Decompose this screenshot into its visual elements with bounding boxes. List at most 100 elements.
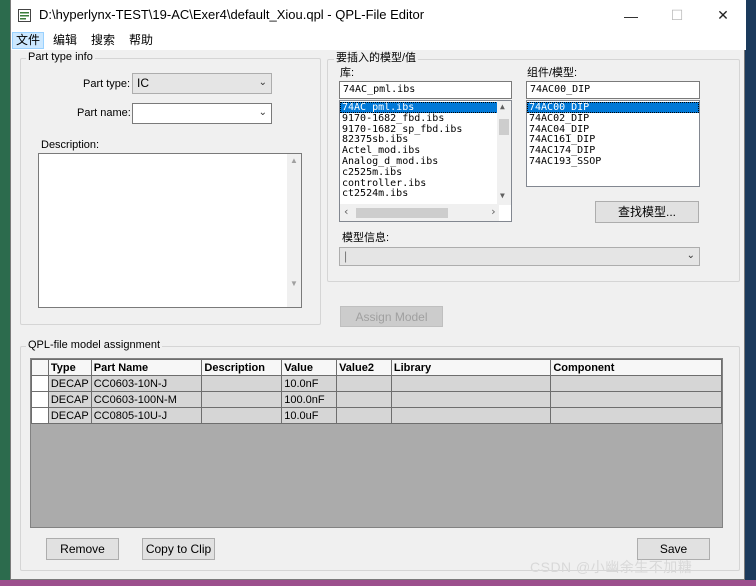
column-header[interactable]: Value2 — [336, 359, 392, 376]
scroll-down-icon: ▼ — [290, 279, 298, 288]
library-list[interactable]: 74AC_pml.ibs 9170-1682_fbd.ibs 9170-1682… — [339, 100, 512, 222]
copy-to-clip-button[interactable]: Copy to Clip — [142, 538, 215, 560]
description-scrollbar[interactable]: ▲ ▼ — [287, 154, 301, 307]
minimize-button[interactable]: — — [608, 0, 654, 31]
table-row[interactable]: DECAP CC0603-10N-J 10.0nF — [31, 375, 722, 392]
model-info-value: | — [344, 249, 348, 263]
chevron-down-icon: ⌄ — [686, 250, 695, 261]
library-hscroll-thumb[interactable] — [356, 208, 448, 218]
table-cell[interactable] — [201, 391, 283, 408]
table-cell[interactable]: DECAP — [47, 375, 92, 392]
remove-button[interactable]: Remove — [46, 538, 119, 560]
part-name-combo[interactable]: ⌄ — [132, 103, 272, 124]
table-cell[interactable] — [550, 375, 722, 392]
part-type-info-legend: Part type info — [26, 51, 95, 64]
column-header[interactable]: Description — [201, 359, 283, 376]
table-cell[interactable] — [390, 375, 552, 392]
find-model-button[interactable]: 查找模型... — [595, 201, 699, 223]
component-input[interactable]: 74AC00_DIP — [526, 81, 700, 99]
column-header[interactable]: Part Name — [90, 359, 203, 376]
component-item[interactable]: 74AC174_DIP — [527, 145, 699, 156]
menu-edit[interactable]: 编辑 — [50, 32, 80, 49]
desktop-background-right — [745, 0, 756, 586]
qpl-editor-window: D:\hyperlynx-TEST\19-AC\Exer4\default_Xi… — [10, 0, 746, 580]
desktop-background-left — [0, 0, 10, 586]
table-cell[interactable]: 10.0uF — [281, 407, 338, 424]
row-header[interactable] — [31, 375, 49, 392]
component-item[interactable]: 74AC02_DIP — [527, 113, 699, 124]
maximize-icon: ☐ — [670, 7, 684, 23]
scroll-down-icon: ▼ — [500, 191, 505, 200]
table-cell[interactable]: CC0805-10U-J — [90, 407, 203, 424]
desktop-background-bottom — [0, 580, 756, 586]
table-row[interactable]: DECAP CC0603-100N-M 100.0nF — [31, 391, 722, 408]
table-cell[interactable] — [390, 407, 552, 424]
library-item[interactable]: 9170-1682_sp_fbd.ibs — [340, 124, 498, 135]
table-row[interactable]: DECAP CC0805-10U-J 10.0uF — [31, 407, 722, 424]
library-label: 库: — [340, 67, 355, 79]
scroll-up-icon: ▲ — [290, 156, 298, 165]
library-item[interactable]: 74AC_pml.ibs — [340, 102, 498, 113]
window-title: D:\hyperlynx-TEST\19-AC\Exer4\default_Xi… — [39, 7, 425, 22]
menu-search[interactable]: 搜索 — [88, 32, 118, 49]
maximize-button[interactable]: ☐ — [654, 0, 700, 31]
table-cell[interactable]: CC0603-10N-J — [90, 375, 203, 392]
table-cell[interactable] — [336, 375, 392, 392]
column-header[interactable]: Type — [47, 359, 92, 376]
library-vscrollbar[interactable]: ▲ ▼ — [497, 101, 511, 205]
table-cell[interactable]: 10.0nF — [281, 375, 338, 392]
column-header[interactable]: Value — [281, 359, 338, 376]
library-item[interactable]: Analog_d_mod.ibs — [340, 156, 498, 167]
component-item[interactable]: 74AC00_DIP — [527, 102, 699, 113]
component-input-value: 74AC00_DIP — [530, 84, 591, 95]
table-cell[interactable]: DECAP — [47, 391, 92, 408]
library-input[interactable]: 74AC_pml.ibs — [339, 81, 512, 99]
library-item[interactable]: 9170-1682_fbd.ibs — [340, 113, 498, 124]
table-cell[interactable] — [390, 391, 552, 408]
title-bar[interactable]: D:\hyperlynx-TEST\19-AC\Exer4\default_Xi… — [11, 0, 746, 31]
menu-bar: 文件 编辑 搜索 帮助 — [11, 31, 746, 50]
menu-help[interactable]: 帮助 — [126, 32, 156, 49]
assign-model-button[interactable]: Assign Model — [340, 306, 443, 327]
column-header[interactable]: Component — [550, 359, 722, 376]
table-cell[interactable] — [201, 375, 283, 392]
component-label: 组件/模型: — [527, 67, 578, 79]
row-header-corner — [31, 359, 49, 376]
description-textbox[interactable]: ▲ ▼ — [38, 153, 302, 308]
assignment-grid[interactable]: Type Part Name Description Value Value2 … — [30, 358, 723, 528]
menu-file[interactable]: 文件 — [12, 32, 45, 49]
component-item[interactable]: 74AC04_DIP — [527, 124, 699, 135]
table-cell[interactable] — [336, 391, 392, 408]
table-cell[interactable]: CC0603-100N-M — [90, 391, 203, 408]
table-cell[interactable] — [201, 407, 283, 424]
library-hscrollbar[interactable]: ‹ › — [340, 204, 499, 221]
close-button[interactable]: ✕ — [700, 0, 746, 31]
chevron-down-icon: ⌄ — [258, 77, 267, 88]
library-input-value: 74AC_pml.ibs — [343, 84, 416, 95]
app-icon — [18, 9, 31, 22]
component-item[interactable]: 74AC193_SSOP — [527, 156, 699, 167]
library-vscroll-thumb[interactable] — [499, 119, 509, 135]
table-header-row: Type Part Name Description Value Value2 … — [31, 359, 722, 376]
table-cell[interactable]: DECAP — [47, 407, 92, 424]
chevron-down-icon: ⌄ — [258, 107, 267, 118]
table-cell[interactable] — [336, 407, 392, 424]
library-item[interactable]: controller.ibs — [340, 178, 498, 189]
library-item[interactable]: ct2524m.ibs — [340, 188, 498, 199]
component-item[interactable]: 74AC161_DIP — [527, 134, 699, 145]
part-type-value: IC — [137, 76, 149, 90]
part-name-label: Part name: — [77, 107, 131, 119]
column-header[interactable]: Library — [390, 359, 552, 376]
part-type-combo[interactable]: IC ⌄ — [132, 73, 272, 94]
model-info-combo[interactable]: | ⌄ — [339, 247, 700, 266]
model-insert-legend: 要插入的模型/值 — [334, 52, 419, 65]
table-cell[interactable]: 100.0nF — [281, 391, 338, 408]
library-item[interactable]: Actel_mod.ibs — [340, 145, 498, 156]
row-header[interactable] — [31, 391, 49, 408]
library-item[interactable]: c2525m.ibs — [340, 167, 498, 178]
row-header[interactable] — [31, 407, 49, 424]
table-cell[interactable] — [550, 407, 722, 424]
component-list[interactable]: 74AC00_DIP 74AC02_DIP 74AC04_DIP 74AC161… — [526, 100, 700, 187]
table-cell[interactable] — [550, 391, 722, 408]
library-item[interactable]: 82375sb.ibs — [340, 134, 498, 145]
